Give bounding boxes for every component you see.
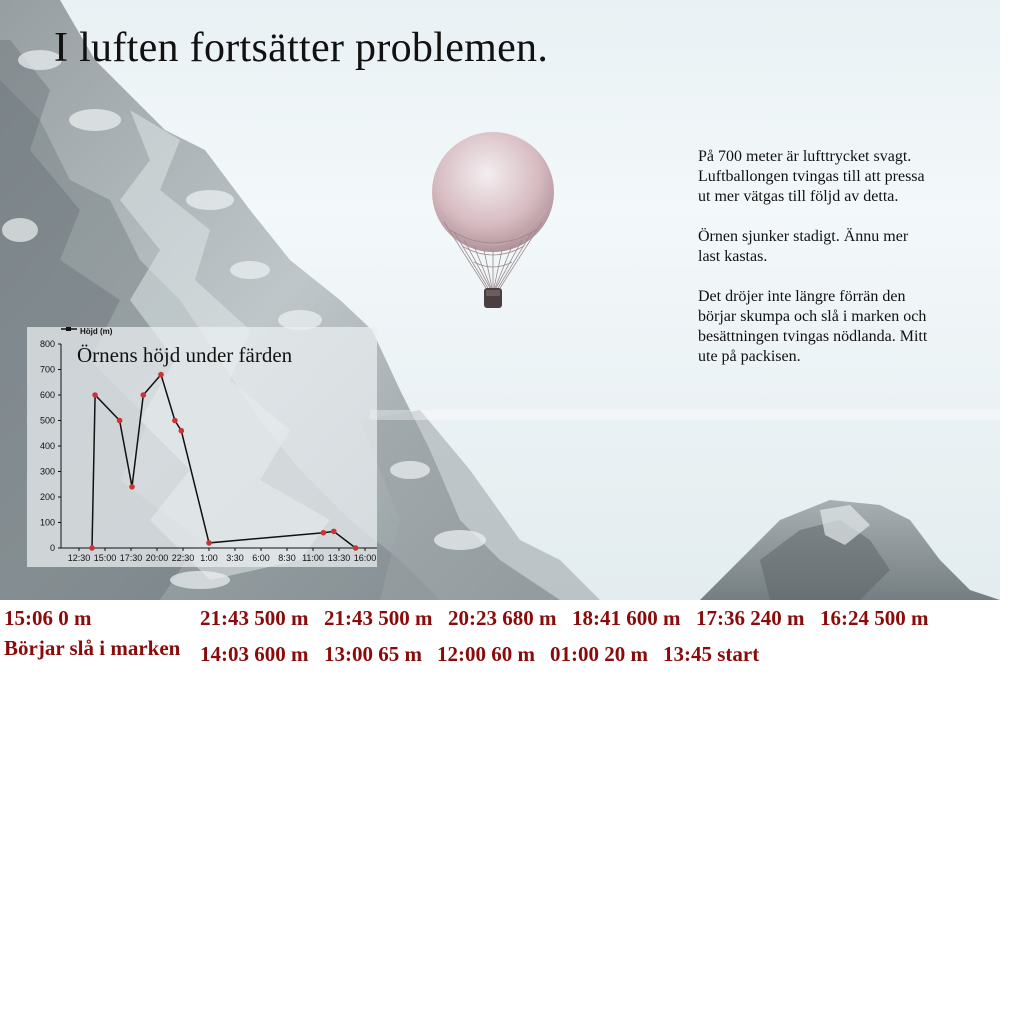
- data-point: [178, 427, 185, 434]
- data-point: [172, 417, 178, 424]
- x-tick-label: 6:00: [252, 553, 270, 563]
- y-tick-label: 200: [40, 492, 55, 502]
- x-tick-label: 1:00: [200, 553, 218, 563]
- data-point: [158, 371, 164, 378]
- data-label: 12:00 60 m: [437, 642, 535, 666]
- hot-air-balloon-icon: [430, 130, 560, 320]
- page-title: I luften fortsätter problemen.: [54, 25, 549, 71]
- legend-marker: [66, 327, 71, 331]
- y-tick-label: 400: [40, 441, 55, 451]
- legend-label: Höjd (m): [80, 327, 113, 336]
- data-label: 20:23 680 m: [448, 606, 557, 630]
- altitude-chart-panel: Örnens höjd under färden Höjd (m) 0 100 20…: [27, 327, 377, 567]
- x-tick-label: 13:30: [328, 553, 351, 563]
- altitude-chart: Höjd (m) 0 100 200 300 400 500 600 700 800 12:30…: [40, 327, 377, 563]
- data-point: [92, 392, 98, 398]
- data-label: 15:06 0 m: [4, 606, 92, 630]
- x-tick-label: 17:30: [120, 553, 143, 563]
- data-label: 13:00 65 m: [324, 642, 422, 666]
- data-label: 13:45 start: [663, 642, 760, 666]
- data-label: 14:03 600 m: [200, 642, 309, 666]
- data-point: [331, 528, 337, 535]
- story-paragraph: Örnen sjunker stadigt. Ännu mer last kas…: [698, 228, 909, 265]
- x-tick-label: 12:30: [68, 553, 91, 563]
- story-text: På 700 meter är lufttrycket svagt. Luftb…: [698, 147, 928, 387]
- x-tick-label: 20:00: [146, 553, 169, 563]
- story-scene: I luften fortsätter problemen. På 700 me…: [0, 0, 1000, 600]
- x-tick-label: 22:30: [172, 553, 195, 563]
- x-tick-label: 11:00: [302, 553, 324, 563]
- y-tick-label: 800: [40, 339, 55, 349]
- x-tick-label: 15:00: [94, 553, 117, 563]
- data-label: 16:24 500 m: [820, 606, 929, 630]
- data-point: [206, 540, 212, 546]
- data-point: [116, 417, 123, 424]
- story-paragraph: På 700 meter är lufttrycket svagt. Luftb…: [698, 148, 925, 205]
- data-point: [140, 392, 147, 398]
- data-point: [129, 484, 135, 490]
- x-tick-label: 8:30: [278, 553, 296, 563]
- x-tick-label: 16:00: [354, 553, 377, 563]
- data-label-area: 15:06 0 m 21:43 500 m 21:43 500 m 20:23 …: [0, 600, 1024, 700]
- y-tick-label: 500: [40, 416, 55, 426]
- y-tick-label: 600: [40, 390, 55, 400]
- story-paragraph: Det dröjer inte längre förrän den börjar…: [698, 288, 928, 365]
- data-point: [89, 545, 95, 551]
- x-tick-label: 3:30: [226, 553, 244, 563]
- data-label: 18:41 600 m: [572, 606, 681, 630]
- data-point: [320, 529, 327, 536]
- y-tick-label: 700: [40, 365, 55, 375]
- y-tick-label: 300: [40, 467, 55, 477]
- data-point: [352, 545, 359, 551]
- data-label: Börjar slå i marken: [4, 636, 181, 660]
- data-label: 17:36 240 m: [696, 606, 805, 630]
- altitude-series-line: [91, 373, 357, 549]
- y-tick-label: 100: [40, 518, 55, 528]
- y-tick-label: 0: [50, 543, 55, 553]
- data-label: 21:43 500 m: [324, 606, 433, 630]
- data-label: 21:43 500 m: [200, 606, 309, 630]
- data-label: 01:00 20 m: [550, 642, 648, 666]
